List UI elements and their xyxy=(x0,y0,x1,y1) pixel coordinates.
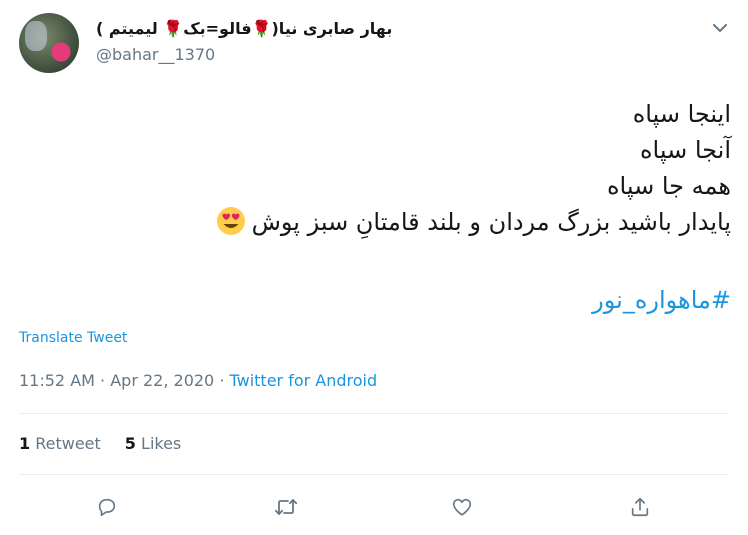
hashtag-link[interactable]: #ماهواره_نور xyxy=(21,282,731,318)
author-display-name[interactable]: بهار صابری نیا(🌹فالو=بک🌹 لیمیتم ) xyxy=(96,19,392,38)
like-icon xyxy=(452,498,472,516)
retweets-count: 1 xyxy=(19,434,31,453)
tweet-time[interactable]: 11:52 AM xyxy=(19,371,95,390)
tweet-source-link[interactable]: Twitter for Android xyxy=(230,371,378,390)
tweet-meta: 11:52 AM · Apr 22, 2020 · Twitter for An… xyxy=(19,371,377,390)
share-icon xyxy=(631,497,649,517)
more-options-button[interactable] xyxy=(707,17,733,39)
tweet-line: آنجا سپاه xyxy=(639,136,731,164)
tweet-date[interactable]: Apr 22, 2020 xyxy=(110,371,214,390)
reply-icon xyxy=(98,498,116,517)
tweet-line: همه جا سپاه xyxy=(606,172,731,200)
translate-tweet-link[interactable]: Translate Tweet xyxy=(19,330,127,346)
retweets-stat[interactable]: 1 Retweet xyxy=(19,434,101,453)
likes-count: 5 xyxy=(124,434,136,453)
likes-label: Likes xyxy=(141,434,182,453)
reply-button[interactable] xyxy=(92,492,122,522)
heart-eyes-emoji-icon xyxy=(216,206,246,246)
divider xyxy=(19,413,729,414)
likes-stat[interactable]: 5 Likes xyxy=(125,434,181,453)
tweet-line: پایدار باشید بزرگ مردان و بلند قامتانِ س… xyxy=(251,208,731,236)
tweet-stats: 1 Retweet 5 Likes xyxy=(19,434,205,453)
tweet-line-with-emoji: پایدار باشید بزرگ مردان و بلند قامتانِ س… xyxy=(21,204,731,246)
author-handle[interactable]: @bahar__1370 xyxy=(96,45,215,64)
share-button[interactable] xyxy=(625,492,655,522)
retweets-label: Retweet xyxy=(35,434,101,453)
retweet-icon xyxy=(274,499,298,515)
meta-separator: · xyxy=(214,371,230,390)
chevron-down-icon xyxy=(713,23,727,32)
tweet-line: اینجا سپاه xyxy=(632,100,731,128)
like-button[interactable] xyxy=(447,492,477,522)
meta-separator: · xyxy=(94,371,111,390)
tweet-actions xyxy=(0,492,748,522)
tweet-text: اینجا سپاه آنجا سپاه همه جا سپاه پایدار … xyxy=(21,96,731,318)
avatar[interactable] xyxy=(19,13,79,73)
divider xyxy=(19,474,729,475)
retweet-button[interactable] xyxy=(271,492,301,522)
